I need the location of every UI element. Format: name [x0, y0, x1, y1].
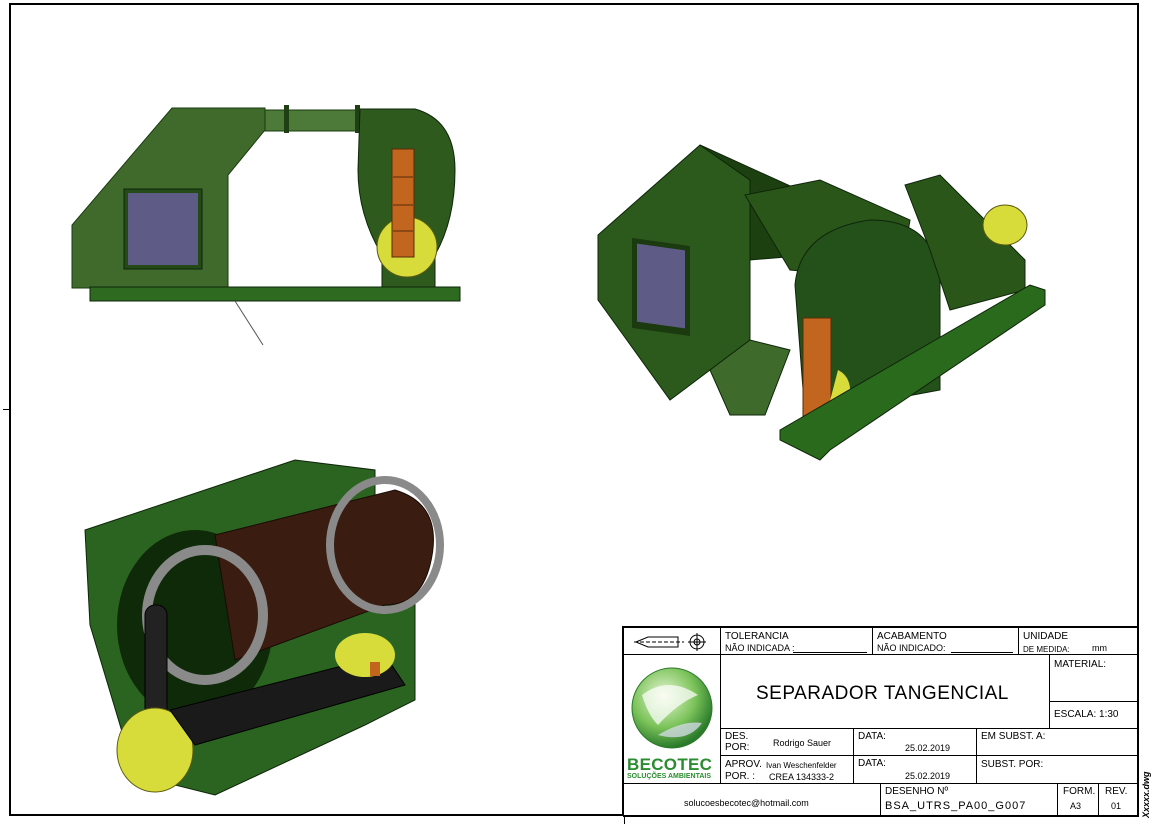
replaced-by-label: SUBST. POR:: [981, 759, 1044, 770]
inspection-window: [128, 193, 198, 265]
tolerance-label: TOLERANCIA: [725, 631, 789, 642]
finish-label: ACABAMENTO: [877, 631, 947, 642]
file-name: Xxxxx.dwg: [1141, 771, 1151, 818]
revision-cell: REV. 01: [1098, 783, 1139, 817]
approved-date: 25.02.2019: [905, 771, 951, 781]
format-label: FORM.: [1063, 786, 1096, 797]
designer-por-label: POR:: [725, 742, 750, 753]
email-cell: solucoesbecotec@hotmail.com: [623, 783, 881, 817]
projection-symbol-cell: [623, 627, 721, 655]
design-date-label: DATA:: [858, 731, 886, 742]
side-elevation-view: [71, 105, 461, 346]
title-block: TOLERANCIA NÃO INDICADA : ACABAMENTO NÃO…: [622, 626, 1139, 817]
logo-name: BECOTEC: [627, 755, 713, 774]
projection-symbol-icon: [634, 633, 706, 651]
base-frame: [89, 286, 461, 302]
finish-value: NÃO INDICADO:: [877, 643, 946, 653]
replaced-by-cell: SUBST. POR:: [976, 755, 1139, 784]
drawing-number: BSA_UTRS_PA00_G007: [885, 800, 1027, 812]
title-cell: SEPARADOR TANGENCIAL: [720, 654, 1050, 729]
material-label: MATERIAL:: [1054, 659, 1107, 670]
isometric-view: [597, 144, 1046, 461]
approver-label: APROV.: [725, 759, 762, 770]
tolerance-value: NÃO INDICADA :: [725, 643, 795, 653]
iso-motor: [982, 204, 1028, 246]
duct-flange-left: [284, 105, 289, 133]
format-value: A3: [1070, 801, 1082, 811]
material-cell: MATERIAL:: [1049, 654, 1139, 702]
approved-date-label: DATA:: [858, 758, 886, 769]
drawing-title: SEPARADOR TANGENCIAL: [756, 683, 1009, 704]
drawing-sheet: TOLERANCIA NÃO INDICADA : ACABAMENTO NÃO…: [0, 0, 1157, 826]
logo-tagline: SOLUÇÕES AMBIENTAIS: [627, 773, 712, 780]
drawing-number-cell: DESENHO Nº BSA_UTRS_PA00_G007: [880, 783, 1058, 817]
leader-line: [234, 300, 264, 346]
approver-name: Ivan Weschenfelder: [766, 761, 837, 770]
designer-des-label: DES.: [725, 731, 749, 742]
approved-date-cell: DATA: 25.02.2019: [853, 755, 977, 784]
iso-window: [637, 243, 685, 329]
drum-section-view: [84, 459, 444, 796]
drawing-number-label: DESENHO Nº: [885, 786, 949, 797]
revision-value: 01: [1111, 801, 1122, 811]
approver-crea: CREA 134333-2: [769, 772, 835, 782]
designer-name: Rodrigo Sauer: [773, 738, 832, 748]
approver-cell: APROV. Ivan Weschenfelder POR. : CREA 13…: [720, 755, 854, 784]
approver-por-label: POR. :: [725, 771, 756, 782]
center-mark-left: [3, 409, 9, 410]
unit-value: mm: [1092, 643, 1107, 653]
unit-label: UNIDADE: [1023, 631, 1069, 642]
becotec-logo-icon: [631, 667, 713, 749]
design-date-cell: DATA: 25.02.2019: [853, 728, 977, 756]
logo-cell: BECOTEC SOLUÇÕES AMBIENTAIS: [623, 654, 721, 784]
tolerance-cell: TOLERANCIA NÃO INDICADA :: [720, 627, 873, 655]
scale-label: ESCALA: 1:30: [1054, 709, 1119, 720]
duct: [264, 109, 361, 132]
designer-cell: DES. POR: Rodrigo Sauer: [720, 728, 854, 756]
replaces-cell: EM SUBST. A:: [976, 728, 1139, 756]
scale-cell: ESCALA: 1:30: [1049, 701, 1139, 729]
design-date: 25.02.2019: [905, 743, 951, 753]
unit-cell: UNIDADE DE MEDIDA: mm: [1018, 627, 1139, 655]
finish-cell: ACABAMENTO NÃO INDICADO:: [872, 627, 1019, 655]
replaces-label: EM SUBST. A:: [981, 731, 1046, 742]
revision-label: REV.: [1105, 786, 1128, 797]
center-mark-bottom: [624, 816, 625, 824]
format-cell: FORM. A3: [1057, 783, 1099, 817]
contact-email: solucoesbecotec@hotmail.com: [684, 798, 809, 808]
access-door: [391, 148, 415, 258]
